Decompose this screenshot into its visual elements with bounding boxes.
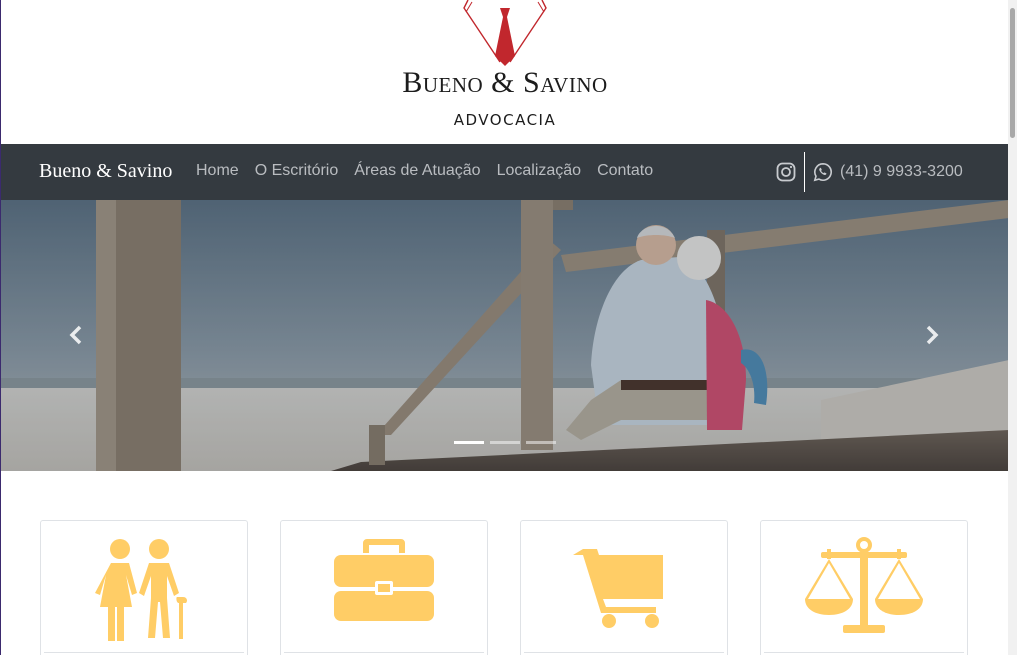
scales-of-justice-icon bbox=[805, 537, 923, 633]
navbar-brand[interactable]: Bueno & Savino bbox=[39, 160, 172, 183]
logo-subtitle: ADVOCACIA bbox=[453, 111, 557, 129]
carousel-indicator[interactable] bbox=[526, 441, 556, 444]
scrollbar-thumb[interactable] bbox=[1010, 8, 1015, 138]
phone-number[interactable]: (41) 9 9933-3200 bbox=[840, 163, 963, 181]
logo-title: Bueno & Savino bbox=[402, 66, 608, 99]
navbar: Bueno & Savino Home O Escritório Áreas d… bbox=[1, 144, 1009, 200]
card-divider bbox=[284, 652, 484, 653]
page: Bueno & Savino ADVOCACIA Bueno & Savino … bbox=[1, 0, 1009, 655]
card-divider bbox=[524, 652, 724, 653]
carousel-indicator[interactable] bbox=[454, 441, 484, 444]
nav-divider bbox=[804, 152, 805, 192]
card-consumer[interactable] bbox=[520, 520, 728, 655]
carousel-next-button[interactable] bbox=[917, 320, 947, 350]
card-business[interactable] bbox=[280, 520, 488, 655]
whatsapp-icon[interactable] bbox=[813, 162, 833, 182]
carousel-indicators bbox=[454, 441, 556, 444]
carousel-slide-image bbox=[1, 200, 1009, 471]
logo-header: Bueno & Savino ADVOCACIA bbox=[1, 0, 1009, 144]
instagram-icon[interactable] bbox=[776, 162, 796, 182]
card-elderly[interactable] bbox=[40, 520, 248, 655]
carousel-prev-button[interactable] bbox=[61, 320, 91, 350]
card-divider bbox=[764, 652, 964, 653]
nav-links: Home O Escritório Áreas de Atuação Local… bbox=[196, 162, 669, 180]
page-scrollbar[interactable] bbox=[1008, 0, 1017, 655]
card-divider bbox=[44, 652, 244, 653]
carousel-indicator[interactable] bbox=[490, 441, 520, 444]
nav-link-contato[interactable]: Contato bbox=[597, 162, 653, 180]
elderly-couple-icon bbox=[95, 539, 187, 641]
nav-link-localizacao[interactable]: Localização bbox=[497, 162, 582, 180]
nav-link-areas[interactable]: Áreas de Atuação bbox=[354, 162, 480, 180]
nav-link-escritorio[interactable]: O Escritório bbox=[255, 162, 339, 180]
chevron-right-icon bbox=[926, 325, 939, 345]
nav-link-home[interactable]: Home bbox=[196, 162, 239, 180]
tie-logo-icon bbox=[463, 0, 547, 66]
nav-contact: (41) 9 9933-3200 bbox=[776, 152, 963, 192]
shopping-cart-icon bbox=[573, 549, 663, 628]
card-justice[interactable] bbox=[760, 520, 968, 655]
chevron-left-icon bbox=[69, 325, 82, 345]
briefcase-icon bbox=[334, 539, 434, 621]
hero-carousel bbox=[1, 200, 1009, 471]
